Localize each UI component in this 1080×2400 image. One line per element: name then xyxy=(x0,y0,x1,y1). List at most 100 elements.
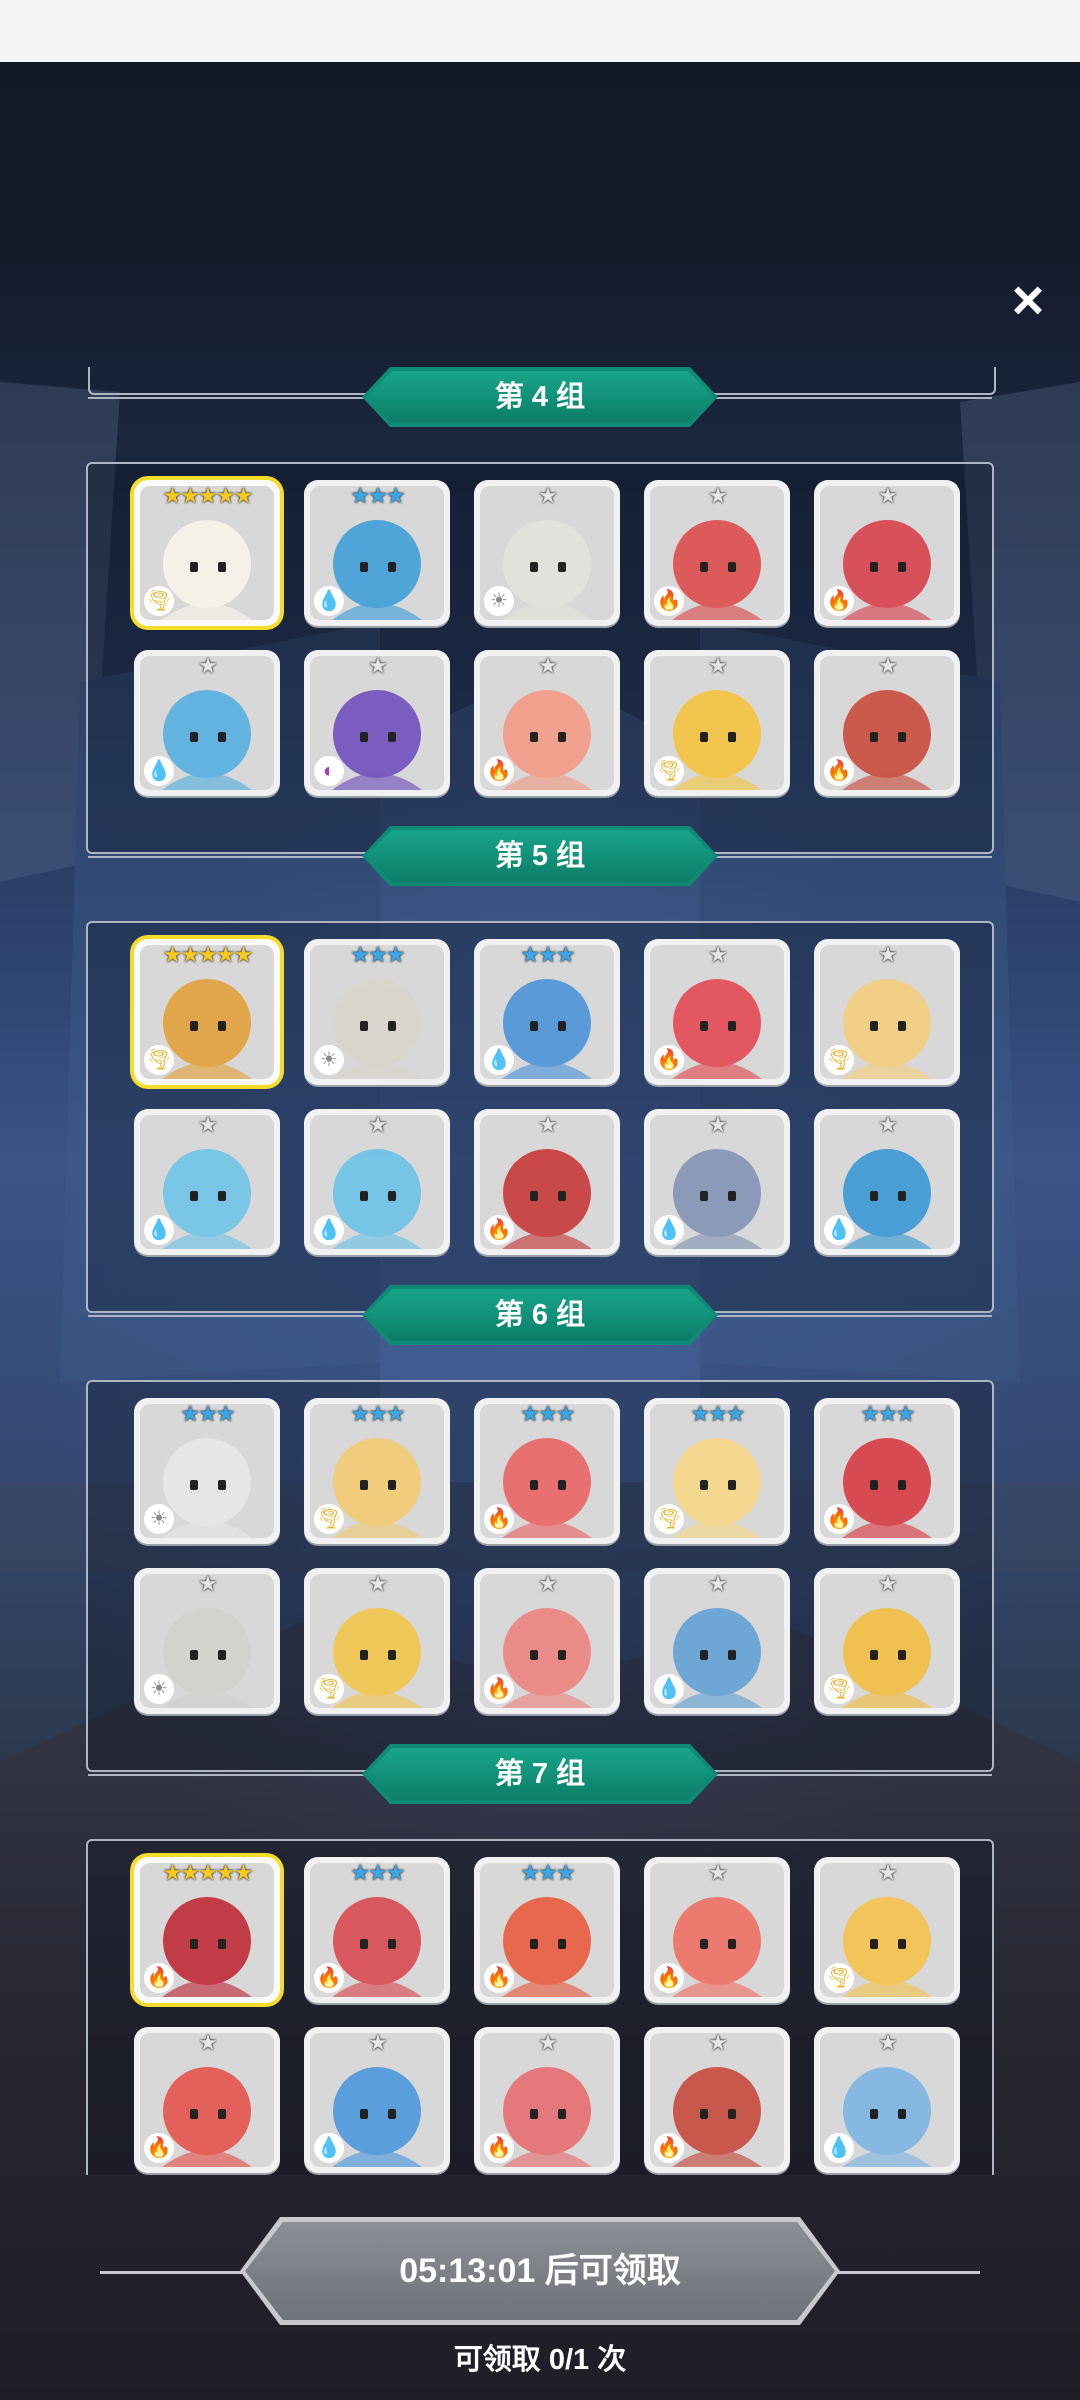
header-line-left xyxy=(88,397,368,399)
hero-card[interactable]: ★ ☀ xyxy=(474,480,620,626)
star-rating: ★★★ xyxy=(304,482,450,510)
hero-card[interactable]: ★ 🌪 xyxy=(814,1568,960,1714)
fire-element-icon: 🔥 xyxy=(654,586,684,616)
hero-card[interactable]: ★ 🔥 xyxy=(644,1857,790,2003)
hero-card[interactable]: ★ 🔥 xyxy=(474,2027,620,2173)
star-icon: ★ xyxy=(233,483,254,508)
hero-card[interactable]: ★ ◐ xyxy=(304,650,450,796)
star-icon: ★ xyxy=(233,942,254,967)
hero-card[interactable]: ★★★ ☀ xyxy=(134,1398,280,1544)
water-element-icon: 💧 xyxy=(314,1215,344,1245)
fire-element-icon: 🔥 xyxy=(824,586,854,616)
hero-card[interactable]: ★ 💧 xyxy=(814,1109,960,1255)
hero-card[interactable]: ★ 🌪 xyxy=(644,650,790,796)
star-rating: ★★★★★ xyxy=(134,941,280,969)
hero-card[interactable]: ★★★ 🔥 xyxy=(814,1398,960,1544)
hero-card[interactable]: ★ 🔥 xyxy=(814,480,960,626)
hero-card[interactable]: ★★★★★ 🌪 xyxy=(134,939,280,1085)
star-rating: ★ xyxy=(814,482,960,510)
hero-card[interactable]: ★★★★★ 🔥 xyxy=(134,1857,280,2003)
star-icon: ★ xyxy=(538,1860,558,1885)
hero-card[interactable]: ★★★ 🔥 xyxy=(474,1857,620,2003)
close-button[interactable]: × xyxy=(1000,272,1056,328)
group-title: 第 7 组 xyxy=(366,1748,714,1800)
fire-element-icon: 🔥 xyxy=(484,1674,514,1704)
hero-card[interactable]: ★ 💧 xyxy=(134,650,280,796)
star-rating: ★ xyxy=(814,941,960,969)
fire-element-icon: 🔥 xyxy=(824,1504,854,1534)
hero-card[interactable]: ★ 🔥 xyxy=(644,939,790,1085)
group-box: ★★★★★ 🌪 ★★★ 💧 ★ ☀ ★ 🔥 ★ 🔥 ★ 💧 ★ ◐ ★ 🔥 ★ 🌪 ★ 🔥 xyxy=(86,462,994,854)
hero-card[interactable]: ★★★ 💧 xyxy=(474,939,620,1085)
hero-card[interactable]: ★ 🌪 xyxy=(814,939,960,1085)
hero-card[interactable]: ★ 🌪 xyxy=(304,1568,450,1714)
star-rating: ★ xyxy=(814,1570,960,1598)
star-rating: ★ xyxy=(474,1570,620,1598)
star-rating: ★ xyxy=(474,1111,620,1139)
fire-element-icon: 🔥 xyxy=(654,2133,684,2163)
hero-card[interactable]: ★★★ 💧 xyxy=(304,480,450,626)
hero-card[interactable]: ★ 💧 xyxy=(814,2027,960,2173)
wind-element-icon: 🌪 xyxy=(654,1504,684,1534)
hero-card[interactable]: ★★★ 🌪 xyxy=(644,1398,790,1544)
group-header: 第 5 组 xyxy=(80,826,1000,888)
group-list[interactable]: 第 4 组 ★★★★★ 🌪 ★★★ 💧 ★ ☀ ★ 🔥 ★ 🔥 ★ 💧 ★ ◐ ★ 🔥 ★ 🌪 ★ 🔥 第 5 组 ★★★★… xyxy=(80,367,1000,2175)
hero-card[interactable]: ★ 💧 xyxy=(304,2027,450,2173)
hero-card[interactable]: ★ ☀ xyxy=(134,1568,280,1714)
hero-card[interactable]: ★ 🔥 xyxy=(814,650,960,796)
hero-card[interactable]: ★ 💧 xyxy=(644,1109,790,1255)
star-icon: ★ xyxy=(878,1571,898,1596)
hero-card[interactable]: ★ 🌪 xyxy=(814,1857,960,2003)
water-element-icon: 💧 xyxy=(654,1215,684,1245)
star-icon: ★ xyxy=(198,1860,218,1885)
star-icon: ★ xyxy=(690,1401,710,1426)
star-icon: ★ xyxy=(215,1401,236,1426)
light-element-icon: ☀ xyxy=(484,586,514,616)
header-line-left xyxy=(88,856,368,858)
star-icon: ★ xyxy=(538,2030,558,2055)
star-icon: ★ xyxy=(708,942,728,967)
star-icon: ★ xyxy=(198,2030,218,2055)
light-element-icon: ☀ xyxy=(314,1045,344,1075)
star-rating: ★ xyxy=(644,482,790,510)
star-icon: ★ xyxy=(198,1112,218,1137)
light-element-icon: ☀ xyxy=(144,1504,174,1534)
star-icon: ★ xyxy=(860,1401,880,1426)
star-icon: ★ xyxy=(538,653,558,678)
hero-card[interactable]: ★ 💧 xyxy=(134,1109,280,1255)
hero-card[interactable]: ★ 🔥 xyxy=(474,650,620,796)
group-header: 第 7 组 xyxy=(80,1744,1000,1806)
water-element-icon: 💧 xyxy=(314,2133,344,2163)
hero-card[interactable]: ★ 🔥 xyxy=(644,2027,790,2173)
star-icon: ★ xyxy=(708,1860,728,1885)
fire-element-icon: 🔥 xyxy=(484,756,514,786)
hero-card[interactable]: ★★★ 🔥 xyxy=(474,1398,620,1544)
star-icon: ★ xyxy=(350,942,370,967)
hero-card[interactable]: ★★★★★ 🌪 xyxy=(134,480,280,626)
hero-card[interactable]: ★ 🔥 xyxy=(474,1109,620,1255)
star-rating: ★ xyxy=(644,2029,790,2057)
hero-card[interactable]: ★ 🔥 xyxy=(134,2027,280,2173)
claim-button[interactable]: 05:13:01 后可领取 xyxy=(240,2217,840,2325)
star-icon: ★ xyxy=(878,1860,898,1885)
star-icon: ★ xyxy=(368,1860,388,1885)
hero-card[interactable]: ★ 🔥 xyxy=(474,1568,620,1714)
hero-card[interactable]: ★ 💧 xyxy=(304,1109,450,1255)
water-element-icon: 💧 xyxy=(144,1215,174,1245)
hero-card[interactable]: ★ 🔥 xyxy=(644,480,790,626)
star-icon: ★ xyxy=(180,483,200,508)
claim-button-label: 05:13:01 后可领取 xyxy=(245,2222,835,2320)
fire-element-icon: 🔥 xyxy=(484,1963,514,1993)
star-icon: ★ xyxy=(368,483,388,508)
star-icon: ★ xyxy=(180,1401,200,1426)
star-icon: ★ xyxy=(233,1860,254,1885)
hero-card[interactable]: ★★★ 🔥 xyxy=(304,1857,450,2003)
group-ribbon: 第 7 组 xyxy=(362,1744,718,1804)
star-icon: ★ xyxy=(198,653,218,678)
star-icon: ★ xyxy=(555,1401,576,1426)
hero-card[interactable]: ★★★ ☀ xyxy=(304,939,450,1085)
star-rating: ★ xyxy=(814,1111,960,1139)
hero-card[interactable]: ★★★ 🌪 xyxy=(304,1398,450,1544)
hero-card[interactable]: ★ 💧 xyxy=(644,1568,790,1714)
star-icon: ★ xyxy=(878,653,898,678)
